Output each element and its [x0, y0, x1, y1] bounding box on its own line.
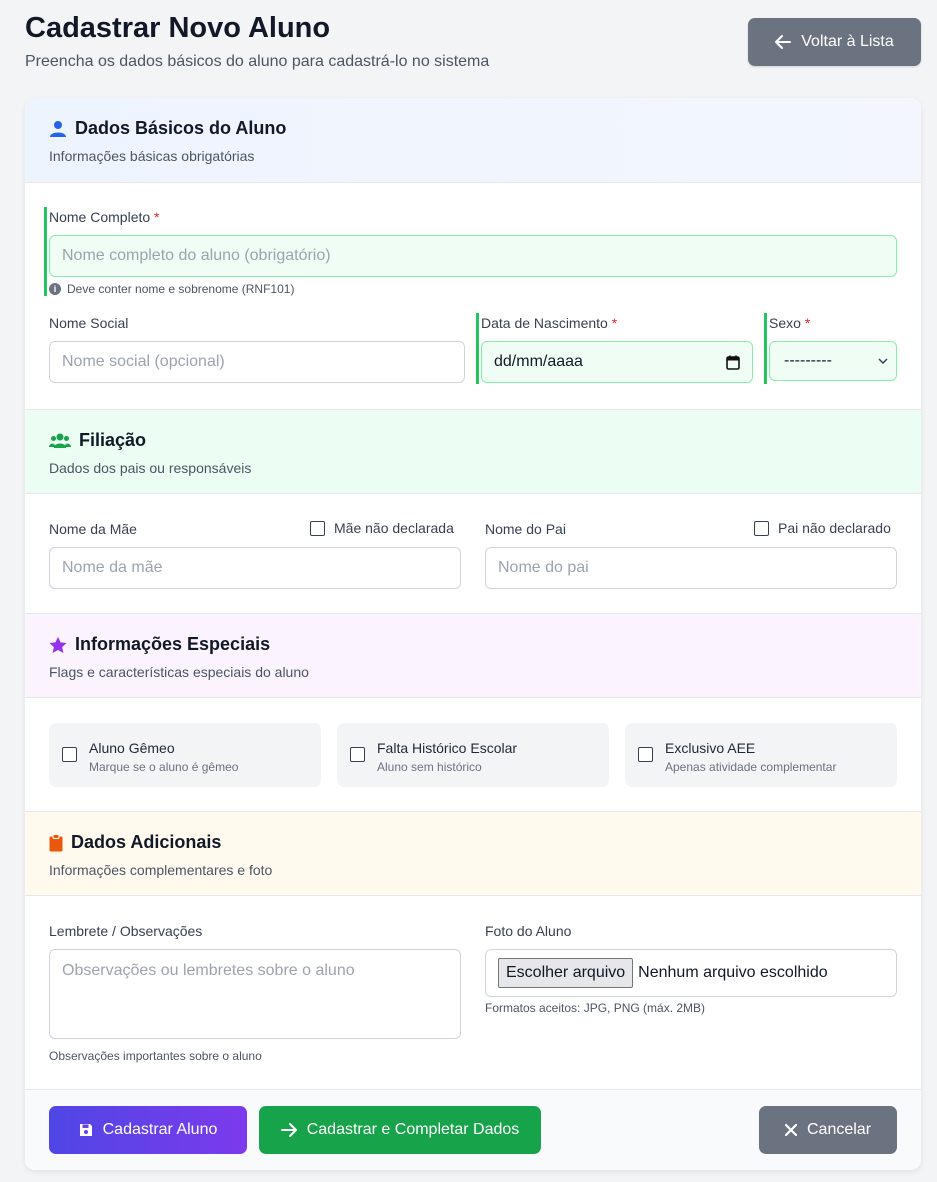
checkbox[interactable] [638, 747, 653, 762]
basic-section-title: Dados Básicos do Aluno [49, 118, 286, 139]
sex-valid-bar [764, 313, 767, 384]
chevron-down-icon [878, 358, 888, 364]
mother-undeclared-checkbox[interactable]: Mãe não declarada [310, 520, 454, 536]
back-to-list-button[interactable]: Voltar à Lista [748, 18, 921, 66]
form-footer: Cadastrar Aluno Cadastrar e Completar Da… [25, 1089, 921, 1170]
social-name-input[interactable]: Nome social (opcional) [49, 341, 465, 383]
filiation-section-title: Filiação [49, 430, 146, 451]
photo-hint: Formatos aceitos: JPG, PNG (máx. 2MB) [485, 1001, 706, 1015]
birth-date-label: Data de Nascimento * [481, 315, 618, 331]
mother-name-input[interactable]: Nome da mãe [49, 547, 461, 589]
flag-twin[interactable]: Aluno Gêmeo Marque se o aluno é gêmeo [49, 723, 321, 787]
arrow-right-icon [280, 1123, 297, 1137]
info-icon: i [49, 283, 61, 295]
page-title: Cadastrar Novo Aluno [25, 12, 331, 44]
users-icon [49, 433, 71, 448]
page-subtitle: Preencha os dados básicos do aluno para … [25, 53, 490, 70]
flag-subtitle: Aluno sem histórico [377, 760, 482, 774]
father-undeclared-checkbox[interactable]: Pai não declarado [754, 520, 891, 536]
full-name-valid-bar [44, 207, 47, 296]
full-name-input[interactable]: Nome completo do aluno (obrigatório) [49, 235, 897, 277]
special-section-header: Informações Especiais Flags e caracterís… [25, 613, 921, 698]
arrow-left-icon [775, 35, 792, 49]
father-name-label: Nome do Pai [485, 521, 566, 537]
submit-complete-button[interactable]: Cadastrar e Completar Dados [259, 1106, 541, 1154]
special-section-title: Informações Especiais [49, 634, 270, 655]
birth-valid-bar [476, 313, 479, 384]
notes-hint: Observações importantes sobre o aluno [49, 1049, 262, 1063]
special-section-desc: Flags e características especiais do alu… [49, 664, 309, 680]
sex-select[interactable]: --------- [769, 341, 897, 381]
submit-button[interactable]: Cadastrar Aluno [49, 1106, 247, 1154]
mother-name-label: Nome da Mãe [49, 521, 137, 537]
user-icon [50, 120, 66, 137]
social-name-label: Nome Social [49, 315, 129, 331]
photo-file-input[interactable]: Escolher arquivo Nenhum arquivo escolhid… [485, 949, 897, 997]
back-button-label: Voltar à Lista [801, 33, 894, 50]
flag-title: Exclusivo AEE [665, 740, 756, 756]
save-icon [79, 1124, 92, 1136]
flag-title: Aluno Gêmeo [89, 740, 175, 756]
checkbox[interactable] [62, 747, 77, 762]
notes-label: Lembrete / Observações [49, 923, 203, 939]
additional-section-header: Dados Adicionais Informações complementa… [25, 811, 921, 896]
checkbox[interactable] [350, 747, 365, 762]
additional-section-title: Dados Adicionais [49, 832, 221, 853]
close-icon [784, 1124, 797, 1136]
additional-section-desc: Informações complementares e foto [49, 862, 273, 878]
checkbox[interactable] [754, 520, 769, 536]
star-icon [49, 636, 67, 653]
full-name-hint: i Deve conter nome e sobrenome (RNF101) [49, 282, 294, 296]
student-form-card: Dados Básicos do Aluno Informações básic… [25, 98, 921, 1170]
clipboard-icon [49, 833, 63, 851]
checkbox[interactable] [310, 520, 325, 536]
photo-label: Foto do Aluno [485, 923, 572, 939]
flag-title: Falta Histórico Escolar [377, 740, 518, 756]
notes-textarea[interactable]: Observações ou lembretes sobre o aluno [49, 949, 461, 1039]
filiation-section-desc: Dados dos pais ou responsáveis [49, 460, 252, 476]
birth-date-input[interactable]: dd/mm/aaaa [481, 341, 753, 383]
flag-aee-only[interactable]: Exclusivo AEE Apenas atividade complemen… [625, 723, 897, 787]
file-status: Nenhum arquivo escolhido [638, 964, 828, 981]
page-header: Cadastrar Novo Aluno Preencha os dados b… [25, 12, 921, 82]
father-name-input[interactable]: Nome do pai [485, 547, 897, 589]
full-name-label: Nome Completo * [49, 209, 160, 225]
basic-section-desc: Informações básicas obrigatórias [49, 148, 255, 164]
filiation-section-header: Filiação Dados dos pais ou responsáveis [25, 409, 921, 494]
flag-no-history[interactable]: Falta Histórico Escolar Aluno sem histór… [337, 723, 609, 787]
cancel-button[interactable]: Cancelar [759, 1106, 897, 1154]
basic-section-header: Dados Básicos do Aluno Informações básic… [25, 98, 921, 183]
flag-subtitle: Apenas atividade complementar [665, 760, 837, 774]
calendar-icon[interactable] [726, 355, 740, 370]
flag-subtitle: Marque se o aluno é gêmeo [89, 760, 239, 774]
choose-file-button[interactable]: Escolher arquivo [498, 958, 634, 988]
sex-label: Sexo * [769, 315, 811, 331]
